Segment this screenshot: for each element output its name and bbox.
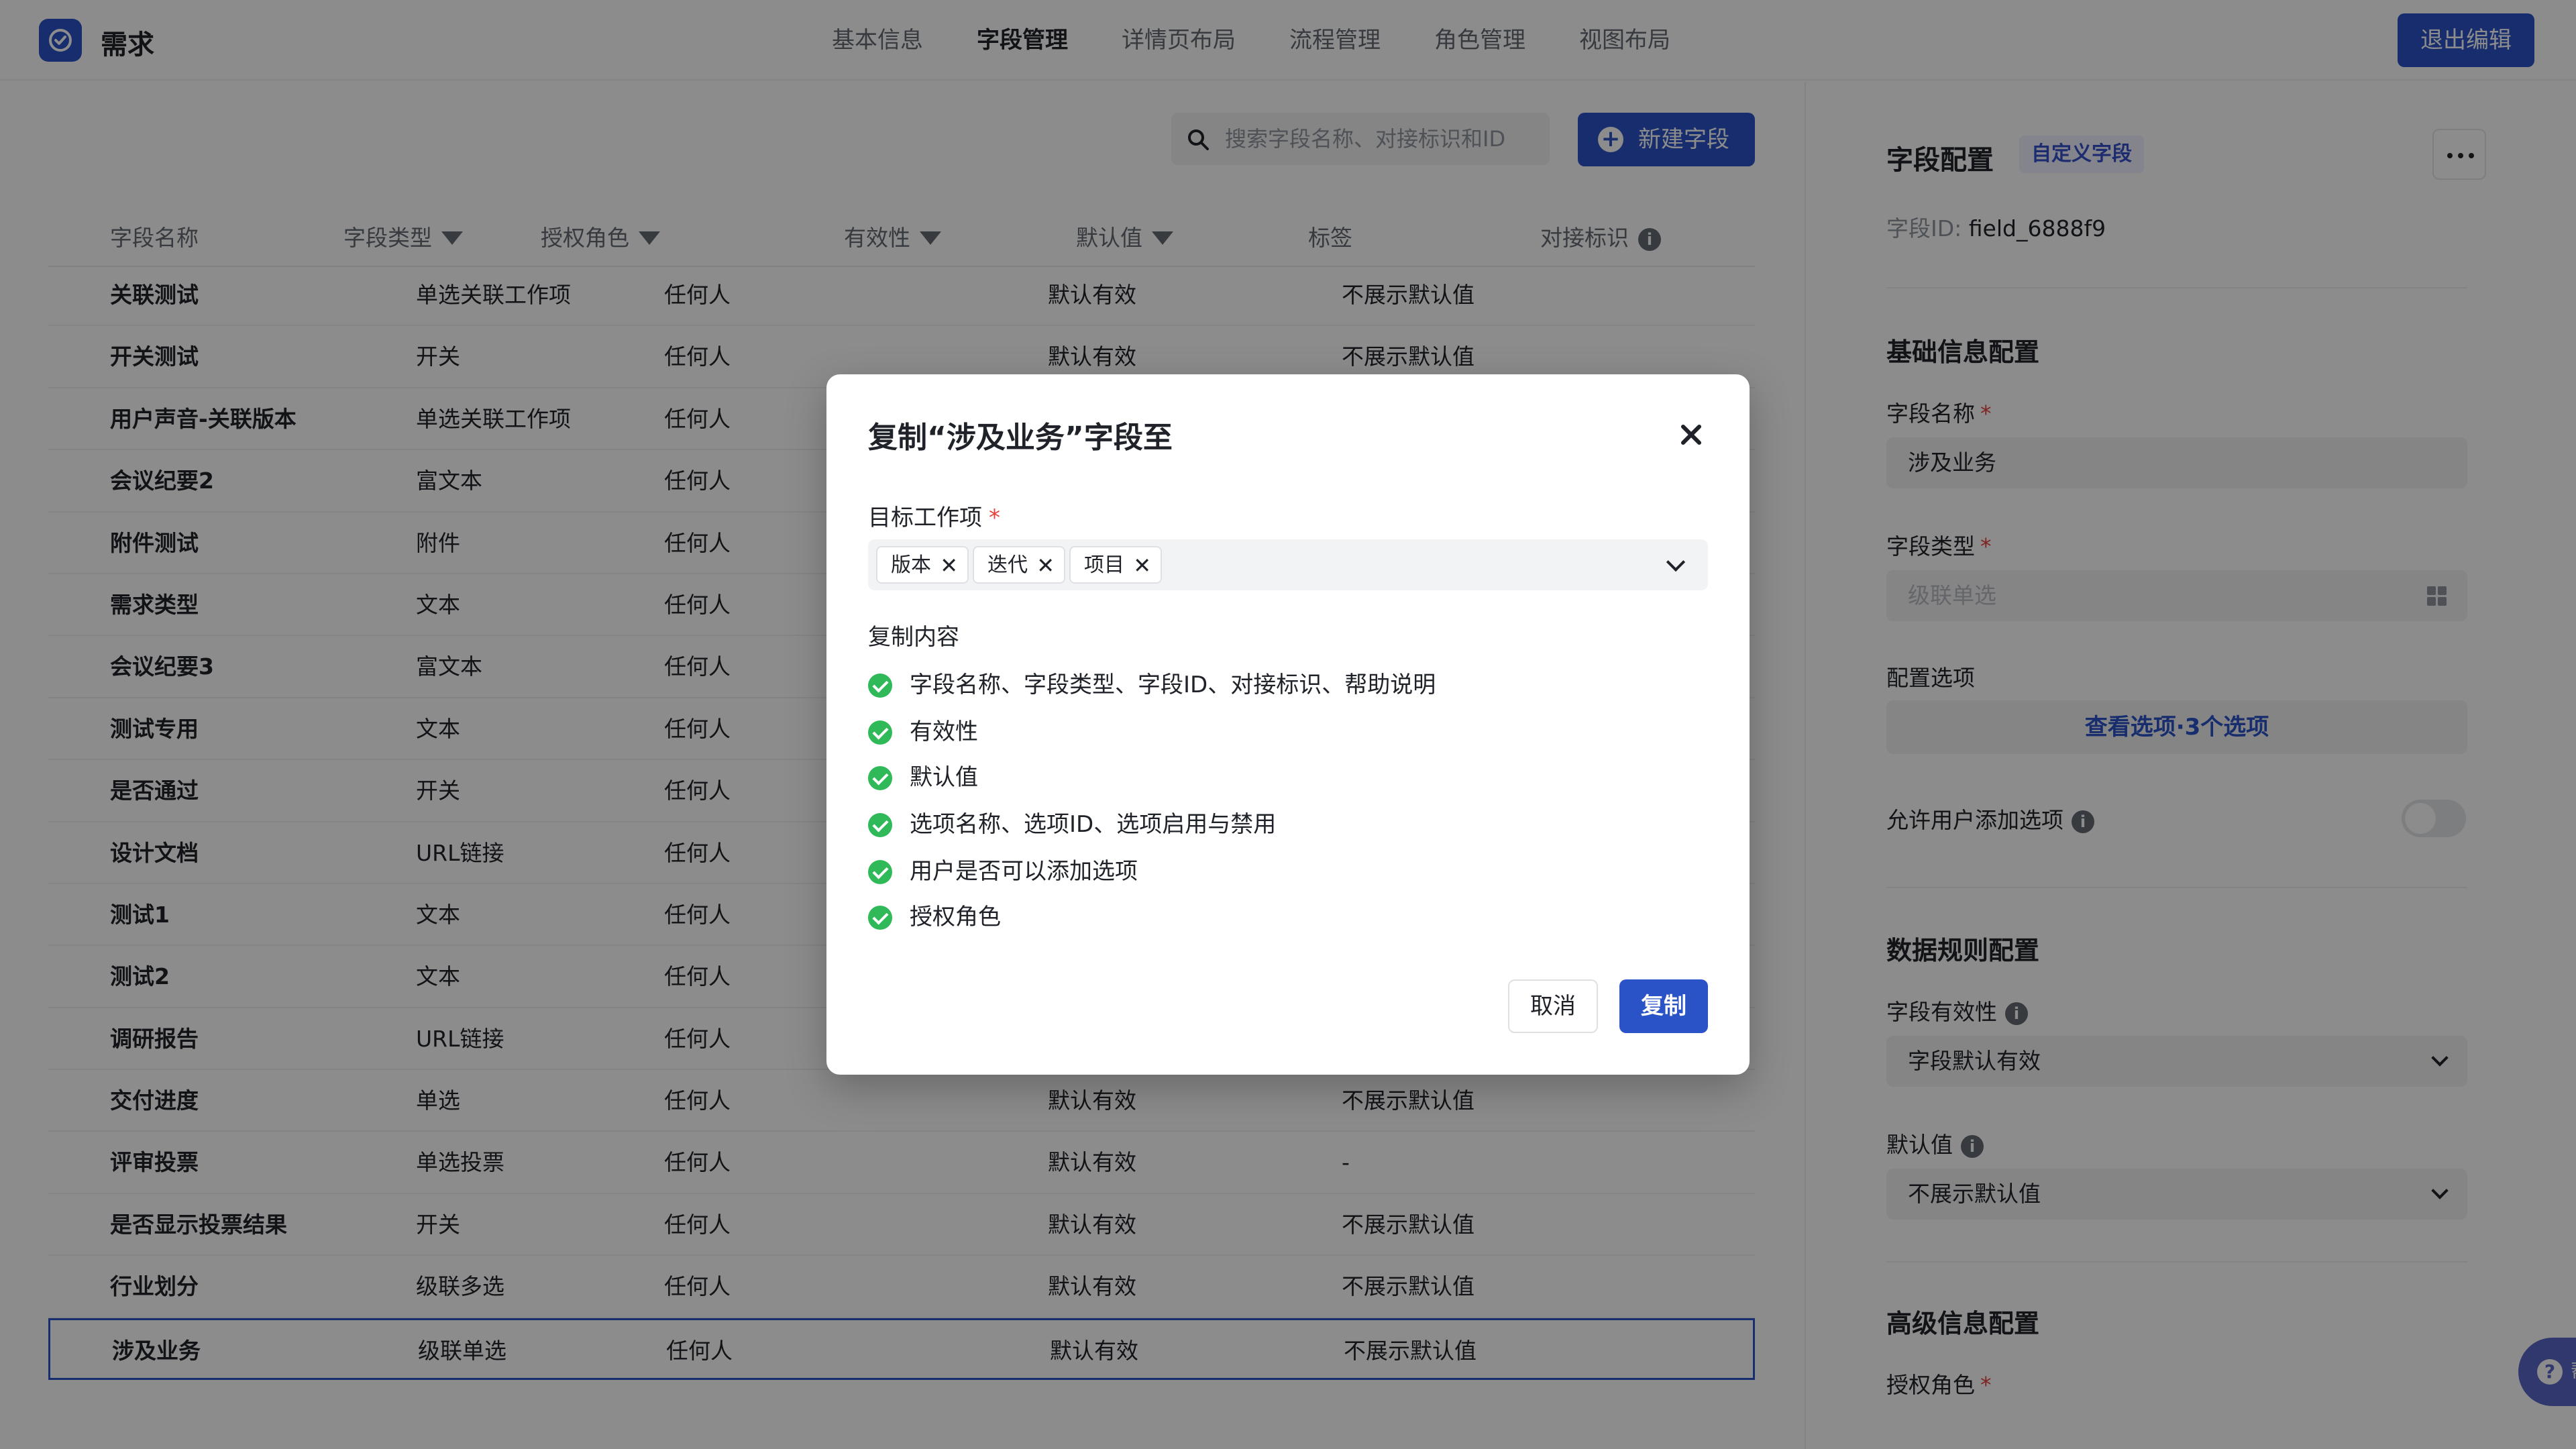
cancel-button[interactable]: 取消 [1508,979,1598,1033]
check-circle-icon [868,766,892,790]
check-circle-icon [868,674,892,698]
dialog-title: 复制“涉及业务”字段至 [868,421,1173,455]
target-work-item-label: 目标工作项 * [868,504,1000,531]
remove-tag-icon[interactable]: ✕ [940,547,958,584]
target-tag: 项目 ✕ [1069,546,1162,584]
check-circle-icon [868,860,892,884]
copy-button[interactable]: 复制 [1619,979,1708,1033]
target-work-item-select[interactable]: 版本 ✕ 迭代 ✕ 项目 ✕ [868,539,1708,590]
copy-content-label: 复制内容 [868,624,959,651]
target-tag: 迭代 ✕ [973,546,1065,584]
remove-tag-icon[interactable]: ✕ [1036,547,1055,584]
check-circle-icon [868,813,892,837]
chevron-down-icon [1666,552,1686,572]
target-tag: 版本 ✕ [876,546,969,584]
check-circle-icon [868,906,892,930]
remove-tag-icon[interactable]: ✕ [1133,547,1151,584]
check-circle-icon [868,720,892,745]
close-icon[interactable] [1677,421,1704,448]
copy-field-dialog: 复制“涉及业务”字段至 目标工作项 * 版本 ✕ 迭代 ✕ 项目 ✕ 复制内容 字段名称… [826,374,1750,1075]
